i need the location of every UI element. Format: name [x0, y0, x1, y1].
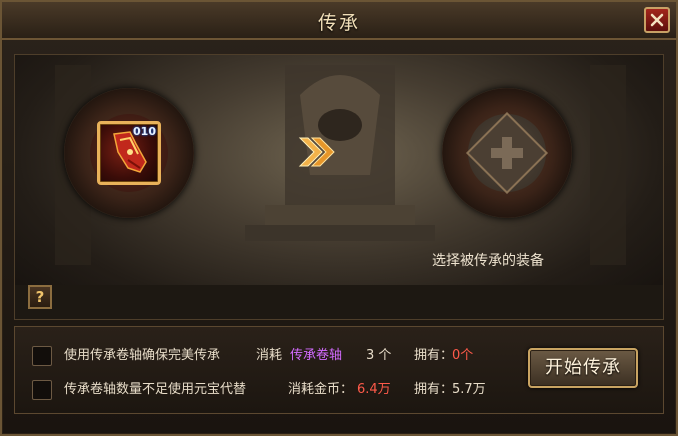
help-button[interactable]: ?	[28, 285, 52, 309]
use-scroll-checkbox[interactable]	[32, 346, 52, 366]
start-inherit-button[interactable]: 开始传承	[528, 348, 638, 388]
dialog-title: 传承	[317, 12, 360, 34]
source-item[interactable]: 010	[97, 121, 161, 185]
target-equipment-slot[interactable]	[442, 88, 572, 218]
use-gold-checkbox[interactable]	[32, 380, 52, 400]
select-equipment-hint: 选择被传承的装备	[432, 253, 544, 269]
item-count-badge: 010	[133, 125, 156, 138]
cost-prefix: 消耗	[256, 348, 283, 363]
cost-prefix: 消耗金币：	[288, 382, 354, 397]
own-value: 0个	[452, 348, 474, 363]
cost-item-name: 传承卷轴	[290, 348, 343, 363]
option-label: 使用传承卷轴确保完美传承	[64, 348, 221, 363]
own-label: 拥有：	[414, 348, 454, 363]
source-equipment-slot[interactable]: 010	[64, 88, 194, 218]
close-icon	[650, 13, 664, 27]
inherit-dialog: 传承 010 选择被传承的装备 ? 使用传承卷轴确保完美传承 消耗 传承卷轴 3…	[0, 0, 678, 436]
option-label: 传承卷轴数量不足使用元宝代替	[64, 382, 247, 397]
own-value: 5.7万	[452, 382, 486, 397]
plus-icon	[491, 137, 523, 169]
own-label: 拥有：	[414, 382, 454, 397]
transfer-arrow-icon	[298, 137, 335, 167]
close-button[interactable]	[644, 7, 670, 33]
cost-quantity: 3 个	[366, 348, 392, 363]
title-bar: 传承	[2, 2, 676, 40]
cost-value: 6.4万	[357, 382, 391, 397]
